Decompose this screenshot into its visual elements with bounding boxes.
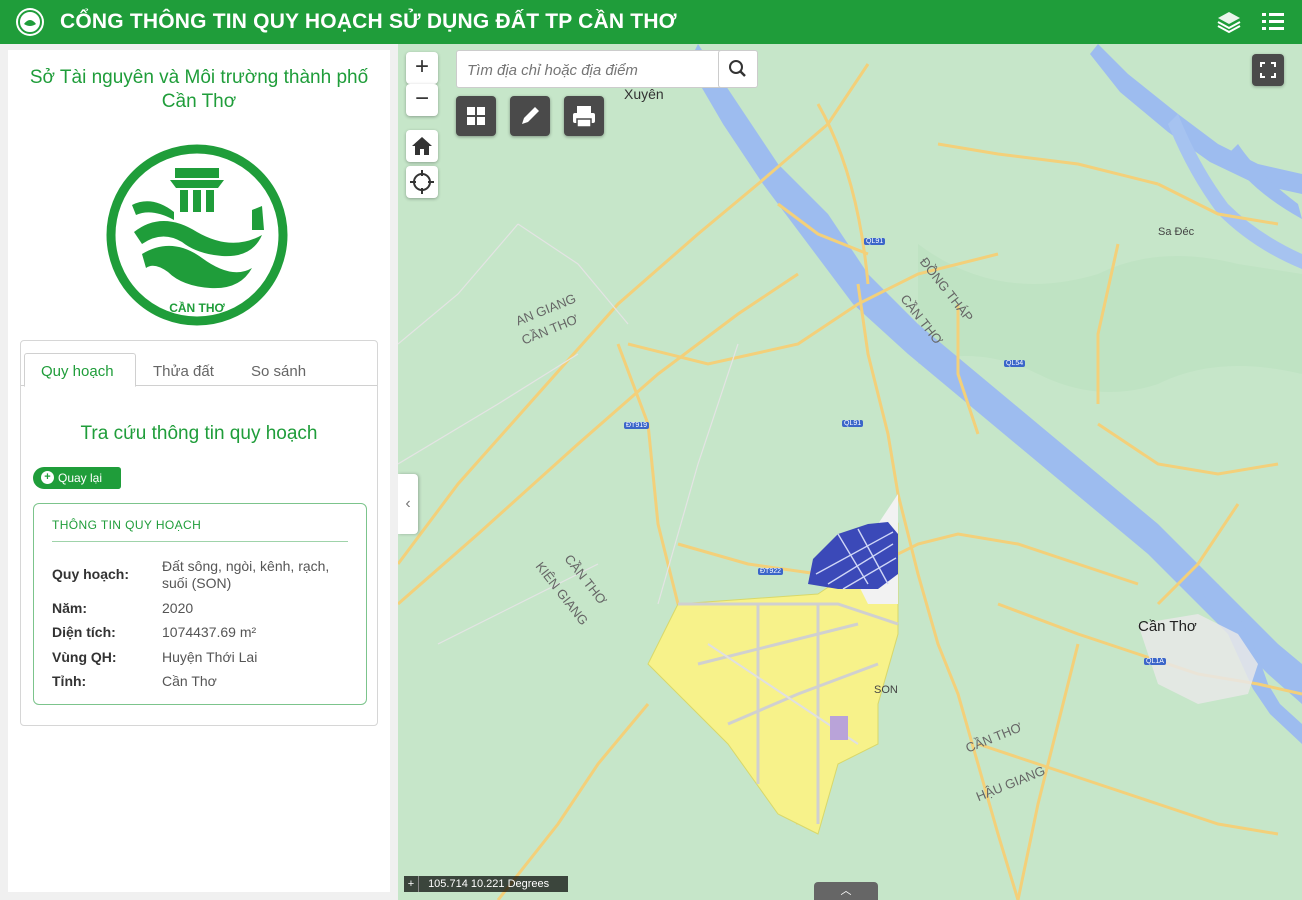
basemap-gallery-button[interactable] [456, 96, 496, 136]
can-tho-emblem: CẦN THƠ [102, 140, 292, 330]
map-label-son: SON [874, 684, 898, 696]
search-input[interactable] [465, 57, 709, 83]
chevron-up-icon: ︿ [840, 885, 852, 897]
map-label-can-tho-city: Cần Thơ [1138, 618, 1197, 635]
info-divider [52, 541, 348, 542]
planning-card: Quy hoạch Thửa đất So sánh Tra cứu thông… [20, 340, 378, 726]
info-label-province: Tỉnh: [52, 673, 87, 689]
plus-icon: + [404, 876, 419, 892]
road-badge: QL1A [1144, 658, 1166, 665]
printer-icon [573, 106, 595, 128]
road-badge: QL91 [864, 238, 886, 245]
map-label-sa-dec: Sa Đéc [1158, 226, 1195, 238]
info-value-province: Cần Thơ [162, 673, 217, 689]
tab-so-sanh[interactable]: So sánh [251, 363, 306, 380]
organization-name-text: Sở Tài nguyên và Môi trường thành phố Cầ… [29, 67, 369, 112]
app-logo [16, 8, 44, 36]
map-view[interactable]: Xuyên Cần Thơ AN GIANG CẦN THƠ CẦN THƠ K… [398, 44, 1302, 900]
home-icon [412, 137, 432, 155]
sidebar-panel: Sở Tài nguyên và Môi trường thành phố Cầ… [8, 50, 390, 892]
search-icon [729, 60, 746, 77]
collapse-sidebar-button[interactable]: ‹ [398, 474, 418, 534]
base-map [398, 44, 1302, 900]
measure-button[interactable] [510, 96, 550, 136]
road-badge: ĐT922 [758, 568, 784, 575]
road-badge: QL54 [1004, 360, 1026, 367]
search-box [456, 50, 722, 88]
search-button[interactable] [718, 50, 758, 88]
app-header: CỔNG THÔNG TIN QUY HOẠCH SỬ DỤNG ĐẤT TP … [0, 0, 1302, 44]
grid-icon [467, 107, 485, 125]
map-label-xuyen: Xuyên [624, 86, 664, 102]
info-value-area: 1074437.69 m² [162, 624, 257, 640]
tab-bar: Quy hoạch Thửa đất So sánh [21, 341, 377, 387]
home-button[interactable] [406, 130, 438, 162]
back-button-label: Quay lại [58, 471, 103, 485]
print-button[interactable] [564, 96, 604, 136]
info-label-year: Năm: [52, 600, 88, 616]
locate-button[interactable] [406, 166, 438, 198]
pencil-icon [522, 107, 539, 124]
coordinate-text: 105.714 10.221 Degrees [428, 878, 550, 890]
organization-name: Sở Tài nguyên và Môi trường thành phố Cầ… [8, 66, 390, 114]
expand-bottom-panel-button[interactable]: ︿ [814, 882, 878, 900]
tab-quy-hoach[interactable]: Quy hoạch [41, 363, 114, 380]
info-value-year: 2020 [162, 600, 194, 616]
planning-info-box: THÔNG TIN QUY HOẠCH Quy hoạch: Đất sông,… [33, 503, 367, 705]
menu-list-icon[interactable] [1260, 9, 1286, 35]
coordinate-display: + 105.714 10.221 Degrees [404, 876, 568, 892]
road-badge: ĐT919 [624, 422, 650, 429]
info-value-planning: Đất sông, ngòi, kênh, rạch, suối (SON) [162, 558, 330, 591]
info-label-area: Diện tích: [52, 624, 116, 640]
fullscreen-icon [1260, 62, 1276, 78]
app-title: CỔNG THÔNG TIN QUY HOẠCH SỬ DỤNG ĐẤT TP … [60, 10, 677, 33]
back-button[interactable]: + Quay lại [33, 467, 121, 489]
zoom-in-button[interactable]: + [406, 52, 438, 84]
chevron-left-icon: ‹ [405, 495, 411, 512]
info-label-planning: Quy hoạch: [52, 566, 130, 582]
emblem-text: CẦN THƠ [169, 300, 225, 315]
info-header: THÔNG TIN QUY HOẠCH [52, 518, 202, 532]
layers-icon[interactable] [1216, 9, 1242, 35]
lookup-title: Tra cứu thông tin quy hoạch [80, 423, 318, 444]
zoom-out-button[interactable]: − [406, 84, 438, 116]
info-label-region: Vùng QH: [52, 649, 117, 665]
crosshair-icon [410, 170, 434, 194]
info-value-region: Huyện Thới Lai [162, 649, 258, 665]
tab-thua-dat[interactable]: Thửa đất [153, 363, 214, 380]
road-badge: QL91 [842, 420, 864, 427]
plus-circle-icon: + [41, 471, 54, 484]
fullscreen-button[interactable] [1252, 54, 1284, 86]
